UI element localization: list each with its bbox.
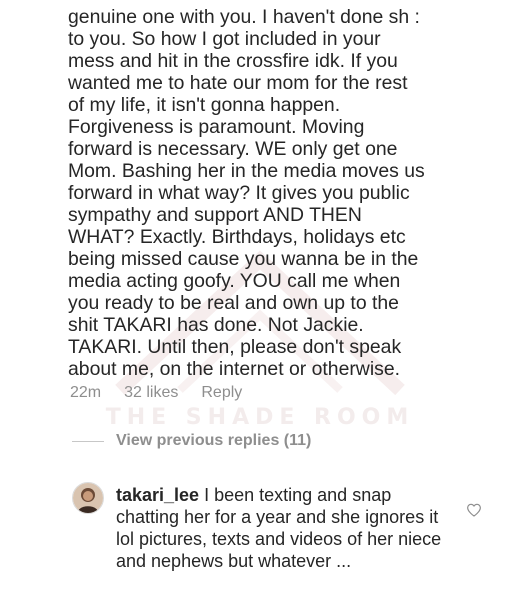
comment-timestamp: 22m bbox=[70, 384, 102, 401]
comment-line: mess and hit in the crossfire idk. If yo… bbox=[68, 50, 398, 72]
comment-meta: 22m 32 likes Reply bbox=[70, 384, 242, 402]
reply-text: takari_lee I been texting and snap chatti… bbox=[116, 484, 456, 572]
comment-line: media acting goofy. YOU call me when bbox=[68, 270, 401, 292]
comment-line: shit TAKARI has done. Not Jackie. bbox=[68, 314, 364, 336]
comment-line: you ready to be real and own up to the bbox=[68, 292, 399, 314]
comment-line: being missed cause you wanna be in the bbox=[68, 248, 419, 270]
reply-button[interactable]: Reply bbox=[201, 384, 242, 402]
comment-line: of my life, it isn't gonna happen. bbox=[68, 94, 341, 116]
comment-line: sympathy and support AND THEN bbox=[68, 204, 362, 226]
comment-body: genuine one with you. I haven't done sh … bbox=[68, 0, 498, 380]
view-previous-replies-button[interactable]: View previous replies (11) bbox=[72, 432, 311, 450]
view-previous-replies-label: View previous replies (11) bbox=[116, 432, 312, 449]
watermark-text: THE SHADE ROOM bbox=[105, 405, 415, 430]
avatar-image bbox=[73, 483, 103, 513]
likes-count-link[interactable]: 32 likes bbox=[124, 384, 178, 402]
comment-line: Forgiveness is paramount. Moving bbox=[68, 116, 365, 138]
comment-line: to you. So how I got included in your bbox=[68, 28, 381, 50]
comment-line: about me, on the internet or otherwise. bbox=[68, 358, 400, 380]
replies-divider-line bbox=[72, 440, 104, 442]
comment-line: forward is necessary. WE only get one bbox=[68, 138, 398, 160]
comment-line: forward in what way? It gives you public bbox=[68, 182, 410, 204]
comment-line: TAKARI. Until then, please don't speak bbox=[68, 336, 402, 358]
comment-text: genuine one with you. I haven't done sh … bbox=[68, 6, 498, 380]
avatar[interactable] bbox=[72, 482, 104, 514]
reply-username-link[interactable]: takari_lee bbox=[116, 485, 199, 505]
comment-line: Mom. Bashing her in the media moves us bbox=[68, 160, 425, 182]
comment-line: WHAT? Exactly. Birthdays, holidays etc bbox=[68, 226, 406, 248]
heart-icon[interactable] bbox=[466, 502, 482, 518]
comment-line: genuine one with you. I haven't done sh … bbox=[68, 6, 420, 28]
comment-line: wanted me to hate our mom for the rest bbox=[68, 72, 408, 94]
